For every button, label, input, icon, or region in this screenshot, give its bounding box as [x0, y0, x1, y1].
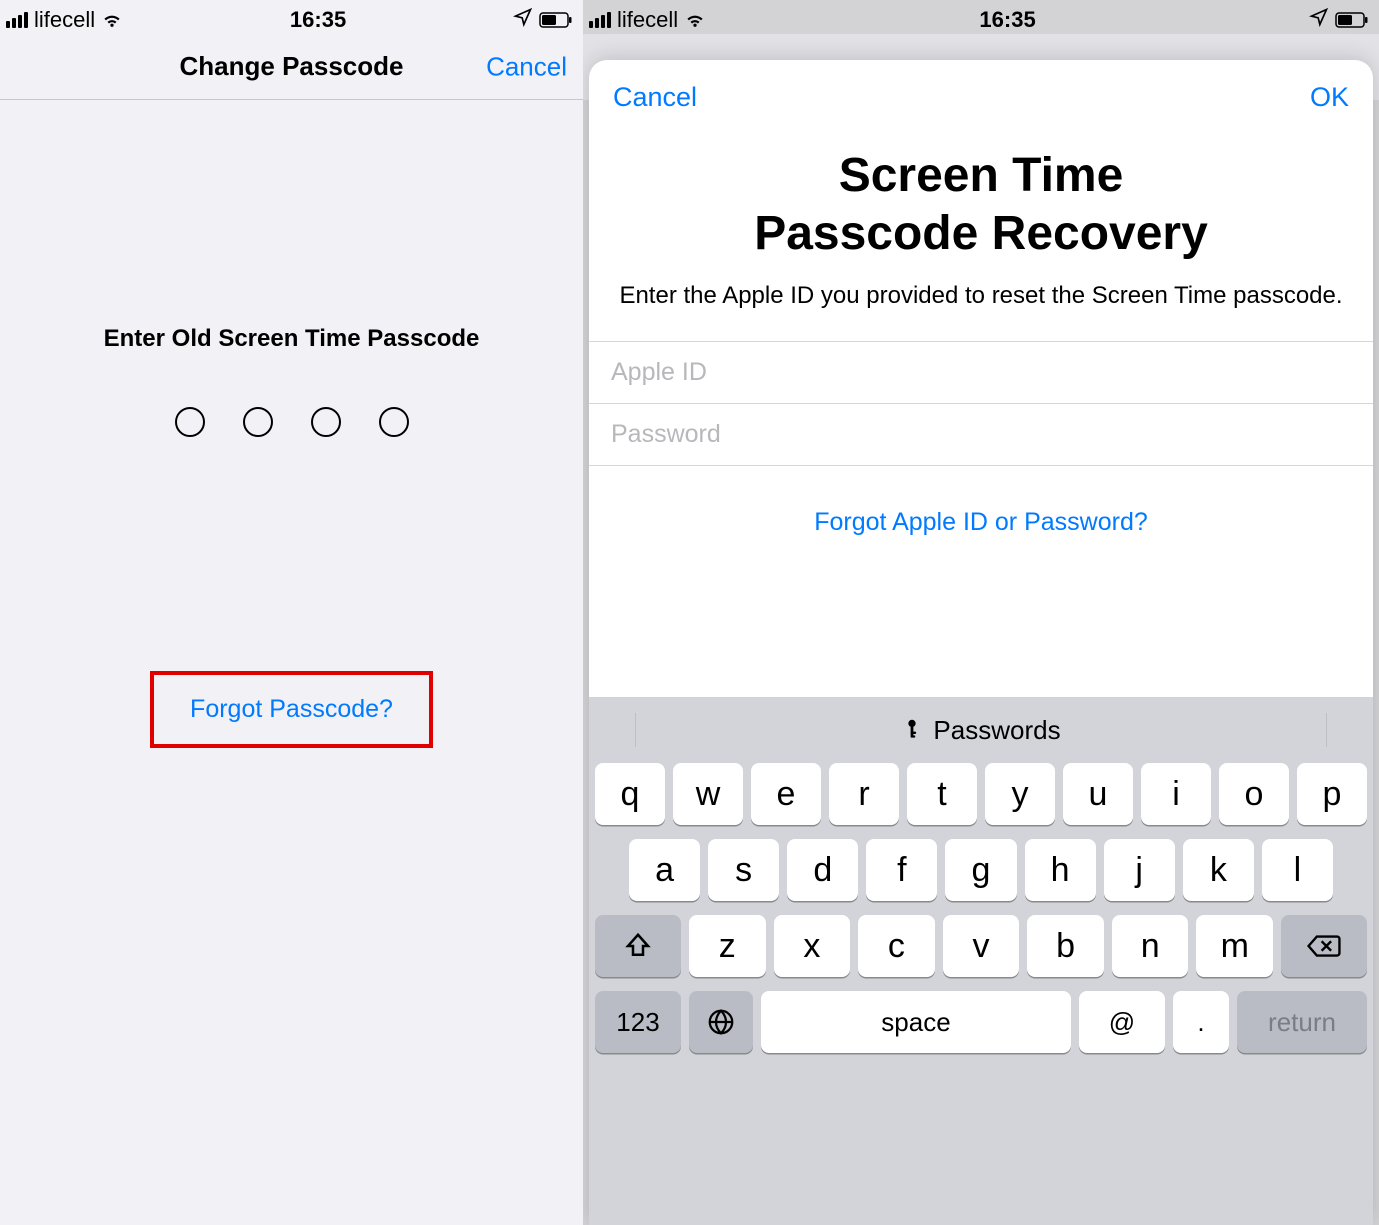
- keyboard-suggestion-label: Passwords: [933, 715, 1060, 746]
- key-f[interactable]: f: [866, 839, 937, 901]
- status-time: 16:35: [979, 7, 1035, 33]
- nav-bar: Change Passcode Cancel: [0, 34, 583, 100]
- recovery-sheet: Cancel OK Screen Time Passcode Recovery …: [589, 60, 1373, 1225]
- passcode-dot: [243, 407, 273, 437]
- status-bar: lifecell 16:35: [0, 0, 583, 34]
- key-l[interactable]: l: [1262, 839, 1333, 901]
- key-shift[interactable]: [595, 915, 681, 977]
- key-j[interactable]: j: [1104, 839, 1175, 901]
- wifi-icon: [684, 9, 706, 31]
- sheet-title-line2: Passcode Recovery: [754, 207, 1208, 260]
- key-o[interactable]: o: [1219, 763, 1289, 825]
- forgot-apple-id-link[interactable]: Forgot Apple ID or Password?: [589, 466, 1373, 557]
- sheet-cancel-button[interactable]: Cancel: [613, 82, 697, 113]
- key-y[interactable]: y: [985, 763, 1055, 825]
- signal-icon: [6, 12, 28, 28]
- key-b[interactable]: b: [1027, 915, 1104, 977]
- password-field-row: [589, 404, 1373, 466]
- signal-icon: [589, 12, 611, 28]
- key-t[interactable]: t: [907, 763, 977, 825]
- passcode-dot: [311, 407, 341, 437]
- key-q[interactable]: q: [595, 763, 665, 825]
- apple-id-input[interactable]: [611, 358, 1351, 387]
- keyboard-row-3: z x c v b n m: [595, 915, 1367, 977]
- sheet-title-line1: Screen Time: [839, 149, 1124, 202]
- status-bar: lifecell 16:35: [583, 0, 1379, 34]
- passcode-prompt: Enter Old Screen Time Passcode: [104, 325, 480, 353]
- key-i[interactable]: i: [1141, 763, 1211, 825]
- battery-icon: [539, 12, 573, 28]
- key-z[interactable]: z: [689, 915, 766, 977]
- key-a[interactable]: a: [629, 839, 700, 901]
- key-u[interactable]: u: [1063, 763, 1133, 825]
- key-backspace[interactable]: [1281, 915, 1367, 977]
- key-v[interactable]: v: [943, 915, 1020, 977]
- key-icon: [901, 715, 923, 746]
- keyboard: Passwords q w e r t y u i o p a: [589, 697, 1373, 1225]
- key-return[interactable]: return: [1237, 991, 1367, 1053]
- left-screenshot: lifecell 16:35 Change Passcode Cancel En…: [0, 0, 583, 1225]
- key-s[interactable]: s: [708, 839, 779, 901]
- key-space[interactable]: space: [761, 991, 1071, 1053]
- key-w[interactable]: w: [673, 763, 743, 825]
- key-numbers[interactable]: 123: [595, 991, 681, 1053]
- key-e[interactable]: e: [751, 763, 821, 825]
- key-at[interactable]: @: [1079, 991, 1165, 1053]
- key-x[interactable]: x: [774, 915, 851, 977]
- sheet-ok-button[interactable]: OK: [1310, 82, 1349, 113]
- key-p[interactable]: p: [1297, 763, 1367, 825]
- sheet-subtitle: Enter the Apple ID you provided to reset…: [589, 280, 1373, 340]
- forgot-passcode-link[interactable]: Forgot Passcode?: [190, 695, 393, 724]
- key-g[interactable]: g: [945, 839, 1016, 901]
- right-screenshot: lifecell 16:35 Change Passcode Cancel Ca…: [583, 0, 1379, 1225]
- key-dot[interactable]: .: [1173, 991, 1229, 1053]
- nav-title: Change Passcode: [180, 51, 404, 82]
- key-m[interactable]: m: [1196, 915, 1273, 977]
- passcode-dot: [175, 407, 205, 437]
- carrier-label: lifecell: [34, 7, 95, 33]
- cancel-button[interactable]: Cancel: [486, 51, 567, 82]
- key-h[interactable]: h: [1025, 839, 1096, 901]
- apple-id-field-row: [589, 342, 1373, 404]
- keyboard-row-2: a s d f g h j k l: [595, 839, 1367, 901]
- location-icon: [1309, 7, 1329, 33]
- sheet-title: Screen Time Passcode Recovery: [589, 113, 1373, 280]
- key-k[interactable]: k: [1183, 839, 1254, 901]
- carrier-label: lifecell: [617, 7, 678, 33]
- key-r[interactable]: r: [829, 763, 899, 825]
- key-c[interactable]: c: [858, 915, 935, 977]
- key-n[interactable]: n: [1112, 915, 1189, 977]
- password-input[interactable]: [611, 420, 1351, 449]
- keyboard-suggestion-bar[interactable]: Passwords: [589, 697, 1373, 763]
- key-d[interactable]: d: [787, 839, 858, 901]
- passcode-dots[interactable]: [175, 407, 409, 437]
- keyboard-row-4: 123 space @ . return: [595, 991, 1367, 1053]
- keyboard-row-1: q w e r t y u i o p: [595, 763, 1367, 825]
- forgot-highlight-box: Forgot Passcode?: [150, 671, 433, 748]
- key-globe[interactable]: [689, 991, 753, 1053]
- status-time: 16:35: [290, 7, 346, 33]
- wifi-icon: [101, 9, 123, 31]
- passcode-dot: [379, 407, 409, 437]
- location-icon: [513, 7, 533, 33]
- battery-icon: [1335, 12, 1369, 28]
